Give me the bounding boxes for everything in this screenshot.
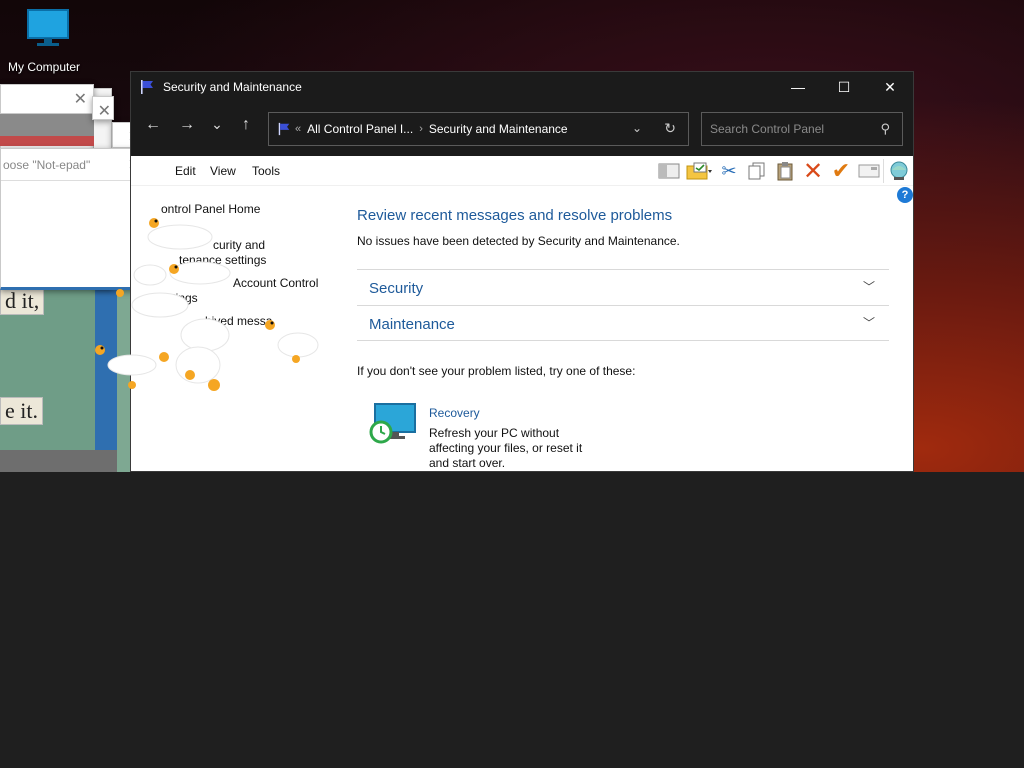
minimize-button[interactable]: — (775, 72, 821, 102)
chevron-down-icon[interactable]: ﹀ (863, 278, 875, 295)
maximize-button[interactable]: ☐ (821, 72, 867, 102)
address-bar[interactable]: « All Control Panel I... › Security and … (268, 112, 689, 146)
recent-locations-button[interactable]: ⌄ (205, 116, 229, 133)
menu-tools[interactable]: Tools (252, 164, 280, 178)
properties-folder-icon[interactable] (683, 159, 715, 183)
back-button[interactable]: ← (141, 116, 165, 134)
poster-text-2: e it. (0, 397, 43, 425)
navigation-bar: ← → ⌄ ↑ « All Control Panel I... › Secur… (131, 102, 913, 156)
desktop-icon-my-computer[interactable]: My Computer (0, 8, 80, 74)
copy-icon[interactable] (743, 159, 771, 183)
search-icon[interactable]: ⚲ (880, 121, 890, 137)
menu-edit[interactable]: Edit (175, 164, 196, 178)
breadcrumb-separator[interactable]: › (419, 123, 423, 135)
envelope-icon[interactable] (855, 159, 883, 183)
page-title: Review recent messages and resolve probl… (357, 207, 673, 224)
close-icon[interactable]: ✕ (98, 101, 111, 121)
stacked-dialog-header[interactable]: ✕ (0, 84, 94, 114)
dialog-input-placeholder[interactable]: oose "Not-epad" (3, 158, 90, 172)
troubleshoot-hint: If you don't see your problem listed, tr… (357, 364, 636, 378)
paste-icon[interactable] (771, 159, 799, 183)
menu-bar: Edit View Tools ✂ ✕ ✔ (131, 156, 913, 186)
forward-button[interactable]: → (175, 116, 199, 134)
flag-icon (141, 80, 153, 94)
recovery-link[interactable]: Recovery (429, 406, 480, 420)
window-title: Security and Maintenance (163, 80, 302, 94)
up-button[interactable]: ↑ (234, 116, 258, 134)
maintenance-section-label: Maintenance (369, 316, 455, 333)
layout-pane-icon[interactable] (655, 159, 683, 183)
desktop-wallpaper: My Computer d it, e it. ✕ ✕ ✕ oose "Not-… (0, 0, 1024, 472)
globe-icon[interactable] (883, 159, 913, 183)
breadcrumb-parent[interactable]: All Control Panel I... (307, 122, 413, 136)
goose-icon (107, 224, 319, 384)
empty-bottom-area (0, 472, 1024, 768)
security-section[interactable]: Security ﹀ (357, 269, 889, 305)
monitor-icon (27, 9, 69, 46)
breadcrumb-current[interactable]: Security and Maintenance (429, 122, 568, 136)
delete-icon[interactable]: ✕ (799, 158, 827, 185)
help-icon[interactable]: ? (897, 187, 913, 203)
maintenance-section[interactable]: Maintenance ﹀ (357, 305, 889, 341)
recovery-icon[interactable] (369, 402, 417, 446)
breadcrumb-overflow[interactable]: « (295, 123, 301, 135)
chevron-down-icon[interactable]: ﹀ (863, 314, 875, 331)
security-section-label: Security (369, 280, 424, 297)
checkmark-icon[interactable]: ✔ (827, 158, 855, 183)
desktop-goose-flock (95, 218, 319, 391)
menu-view[interactable]: View (210, 164, 236, 178)
search-placeholder: Search Control Panel (710, 122, 825, 136)
stacked-dialog-bar (0, 114, 94, 136)
close-icon[interactable]: ✕ (74, 89, 87, 109)
recovery-description: Refresh your PC without affecting your f… (429, 426, 583, 470)
scissors-icon[interactable]: ✂ (715, 159, 743, 183)
stacked-dialog-header[interactable]: ✕ (92, 96, 114, 120)
search-input[interactable]: Search Control Panel ⚲ (701, 112, 903, 146)
stacked-dialog-accent (0, 136, 94, 146)
close-button[interactable]: ✕ (867, 72, 913, 102)
window-titlebar[interactable]: Security and Maintenance — ☐ ✕ (131, 72, 913, 102)
refresh-icon[interactable]: ↻ (664, 120, 676, 137)
poster-text-1: d it, (0, 287, 45, 315)
status-message: No issues have been detected by Security… (357, 234, 680, 248)
chevron-down-icon[interactable]: ⌄ (632, 121, 642, 135)
desktop-icon-label: My Computer (8, 60, 81, 74)
flag-icon (278, 122, 290, 136)
toolbar: ✂ ✕ ✔ (655, 158, 913, 185)
